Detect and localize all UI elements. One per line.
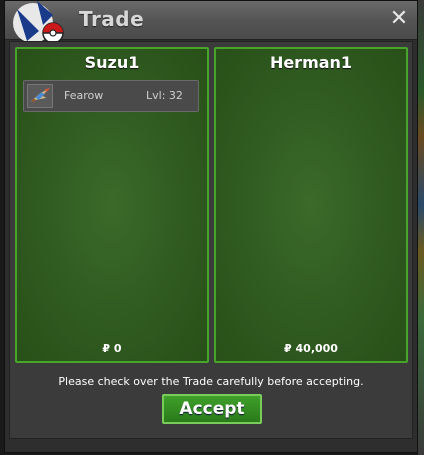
pokemon-level: Lvl: 32 (146, 89, 183, 102)
partner-money-amount: ₽ 40,000 (284, 342, 338, 355)
background-game-strip (418, 0, 424, 455)
my-player-name: Suzu1 (84, 53, 140, 72)
partner-offer-panel: Herman1 ₽ 40,000 (214, 47, 408, 363)
pokemon-name: Fearow (64, 89, 104, 102)
trade-window: Trade ✕ Suzu1 Fearow Lvl: 32 ₽ 0 Herman1… (4, 0, 418, 453)
window-title: Trade (79, 7, 145, 31)
accept-button[interactable]: Accept (162, 394, 262, 424)
app-logo-icon (13, 1, 64, 44)
partner-player-name: Herman1 (269, 53, 353, 72)
trade-content: Suzu1 Fearow Lvl: 32 ₽ 0 Herman1 ₽ 40,00… (9, 41, 413, 439)
trade-notice-text: Please check over the Trade carefully be… (58, 375, 364, 388)
my-money-amount: ₽ 0 (102, 342, 122, 355)
close-button[interactable]: ✕ (387, 7, 411, 31)
offered-pokemon-item[interactable]: Fearow Lvl: 32 (23, 80, 199, 112)
title-bar[interactable]: Trade ✕ (5, 1, 417, 44)
fearow-icon (27, 84, 53, 108)
my-offer-panel: Suzu1 Fearow Lvl: 32 ₽ 0 (15, 47, 209, 363)
